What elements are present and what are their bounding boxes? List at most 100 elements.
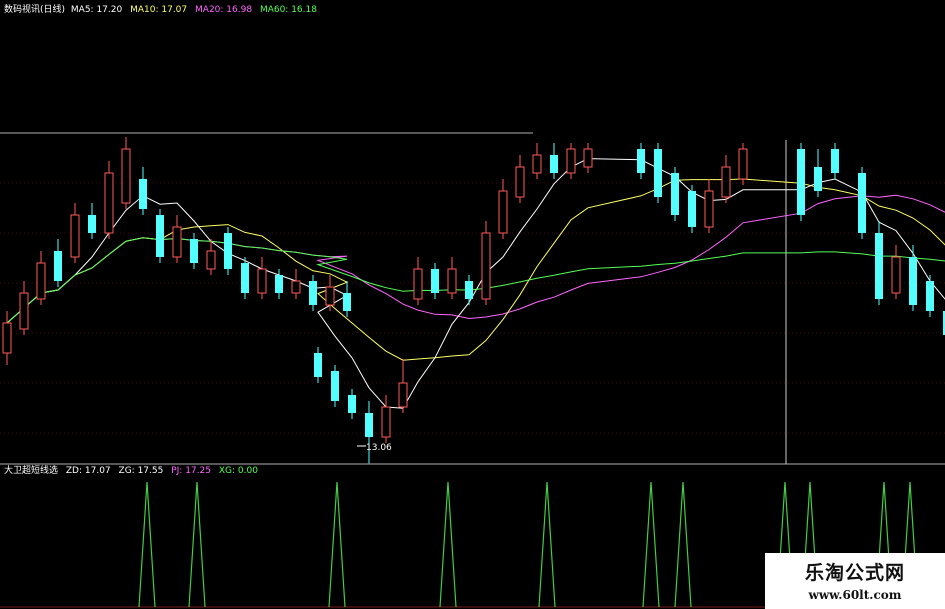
candle-body (431, 269, 439, 293)
candlestick-series (2, 137, 945, 464)
candle (858, 167, 866, 239)
candle-body (365, 413, 373, 437)
candle (70, 203, 80, 263)
candle-body (671, 173, 679, 215)
candle-body (875, 233, 883, 299)
candle (831, 143, 839, 179)
ma5-readout: MA5: 17.20 (70, 5, 123, 15)
candle-body (398, 382, 408, 408)
candle (54, 239, 62, 287)
candle-body (704, 190, 714, 228)
candle-body (858, 173, 866, 233)
candle-body (515, 166, 525, 198)
pj-readout: PJ: 17.25 (171, 466, 211, 476)
indicator-legend: 大卫超短线选 ZD: 17.07 ZG: 17.55 PJ: 17.25 XG:… (4, 466, 258, 477)
candle (532, 143, 542, 179)
signal-peak (674, 481, 692, 608)
candle (331, 365, 339, 407)
candle-body (36, 262, 46, 300)
candle-body (688, 191, 696, 227)
candle (738, 143, 748, 185)
ma60-line (6, 237, 945, 324)
candle-body (291, 280, 301, 294)
candle (381, 395, 391, 443)
candle-body (224, 233, 232, 269)
chart-canvas[interactable]: 13.06 (0, 0, 945, 609)
candle (156, 209, 164, 263)
signal-peak (439, 481, 457, 608)
candle-body (156, 215, 164, 257)
candle (498, 179, 508, 239)
candle-body (241, 263, 249, 293)
ma20-readout: MA20: 16.98 (195, 5, 253, 15)
candle (481, 221, 491, 305)
candle (704, 179, 714, 233)
candle-body (738, 148, 748, 180)
candle-body (206, 250, 216, 270)
indicator-title: 大卫超短线选 (4, 466, 59, 476)
zd-readout: ZD: 17.07 (65, 466, 111, 476)
candle (465, 275, 473, 305)
candle (875, 221, 883, 305)
candle-body (797, 149, 805, 215)
candle (566, 143, 576, 179)
candle (413, 257, 423, 305)
candle (19, 281, 29, 335)
candle (926, 275, 934, 317)
candle (814, 149, 822, 197)
candle (241, 257, 249, 299)
candle-body (104, 172, 114, 234)
candle (398, 359, 408, 413)
candle (325, 275, 335, 311)
candle-body (465, 281, 473, 299)
candle-body (257, 268, 267, 294)
candle (909, 245, 917, 311)
candle-body (654, 149, 662, 197)
candle-body (381, 406, 391, 438)
candle (891, 245, 901, 299)
candle-body (19, 292, 29, 330)
candle (365, 401, 373, 464)
candle-body (909, 257, 917, 305)
candle-body (413, 268, 423, 300)
site-watermark: 乐淘公式网 www.60lt.com (765, 553, 945, 609)
candle-body (54, 251, 62, 281)
candle-body (891, 256, 901, 294)
grid-lines (0, 0, 945, 608)
candle-body (331, 371, 339, 401)
ma10-readout: MA10: 17.07 (130, 5, 188, 15)
candle (797, 143, 805, 221)
period-low-label: 13.06 (366, 443, 392, 453)
candle-body (566, 148, 576, 174)
candle (671, 167, 679, 221)
candle (139, 167, 147, 215)
candle (104, 161, 114, 239)
candle-body (139, 179, 147, 209)
candle-body (343, 293, 351, 311)
signal-peak (188, 481, 206, 608)
candle-body (88, 215, 96, 233)
candle (88, 203, 96, 239)
period-low-marker: 13.06 (357, 443, 392, 453)
candle-body (325, 286, 335, 306)
candle (343, 281, 351, 317)
candle (2, 311, 12, 365)
candle-body (926, 281, 934, 311)
candle-body (583, 148, 593, 168)
candle-body (721, 166, 731, 198)
signal-peak (642, 481, 660, 608)
candle-body (121, 148, 131, 204)
stock-title: 数码视讯(日线) (4, 5, 66, 15)
candle-body (532, 154, 542, 174)
candle (550, 143, 558, 179)
candle (637, 143, 645, 179)
candle (190, 233, 198, 269)
candle-body (314, 353, 322, 377)
stock-chart-window: 13.06 数码视讯(日线) MA5: 17.20 MA10: 17.07 MA… (0, 0, 945, 609)
candle-body (309, 281, 317, 305)
candle (654, 143, 662, 203)
signal-peak (328, 481, 346, 608)
main-legend: 数码视讯(日线) MA5: 17.20 MA10: 17.07 MA20: 16… (4, 5, 317, 16)
candle-body (550, 155, 558, 173)
signal-peak (538, 481, 556, 608)
